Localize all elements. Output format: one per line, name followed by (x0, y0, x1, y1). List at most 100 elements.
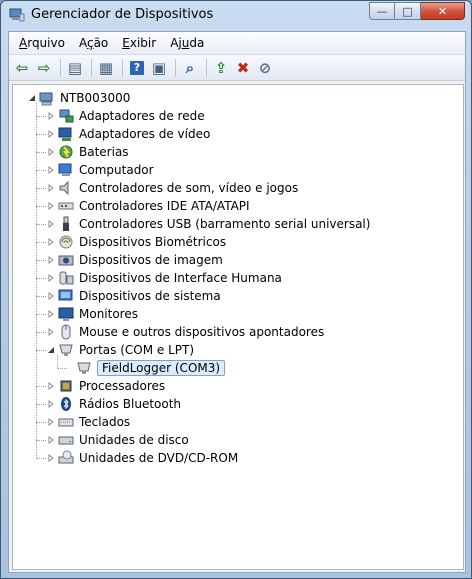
expand-arrow-icon[interactable] (46, 179, 55, 197)
port-device-icon (76, 360, 92, 376)
display-adapter-icon (58, 126, 74, 142)
scan-hardware-icon: ⌕ (185, 58, 195, 77)
tree-node-mouse-e-outros-dispositivos-apontadores[interactable]: Mouse e outros dispositivos apontadores (46, 323, 324, 341)
window-title: Gerenciador de Dispositivos (31, 7, 214, 22)
keyboard-icon (58, 414, 74, 430)
computer-root-icon (39, 90, 55, 106)
collapse-arrow-icon[interactable] (46, 341, 55, 359)
tree-connector-line (36, 350, 46, 351)
tree-node-adaptadores-de-video[interactable]: Adaptadores de vídeo (46, 125, 210, 143)
dvd-drive-icon (58, 450, 74, 466)
update-driver-button[interactable]: ⇪ (211, 58, 231, 78)
scan-hardware-button[interactable]: ⌕ (180, 58, 200, 78)
uninstall-button[interactable]: ✖ (233, 58, 253, 78)
maximize-button[interactable]: □ (395, 2, 421, 20)
expand-arrow-icon[interactable] (46, 107, 55, 125)
uninstall-icon: ✖ (236, 58, 250, 77)
tree-node-teclados[interactable]: Teclados (46, 413, 130, 431)
camera-icon (58, 252, 74, 268)
computer-icon (58, 162, 74, 178)
help-icon: ? (130, 60, 144, 75)
bluetooth-icon (58, 396, 74, 412)
expand-arrow-icon[interactable] (46, 287, 55, 305)
expand-arrow-icon[interactable] (46, 161, 55, 179)
expand-arrow-icon[interactable] (46, 269, 55, 287)
tree-node-label: Portas (COM e LPT) (79, 343, 195, 357)
tree-connector-line (36, 296, 46, 297)
device-tree[interactable]: NTB003000 Adaptadores de rede Adaptadores … (12, 84, 464, 570)
tree-node-label: Dispositivos de sistema (79, 289, 221, 303)
tree-node-label: Rádios Bluetooth (79, 397, 182, 411)
back-button[interactable]: ⇦ (12, 58, 32, 78)
tree-node-dispositivos-biometricos[interactable]: Dispositivos Biométricos (46, 233, 226, 251)
console-tree-button[interactable]: ▤ (65, 58, 85, 78)
tree-node-label: Controladores de som, vídeo e jogos (79, 181, 299, 195)
tree-node-fieldlogger-com3[interactable]: FieldLogger (COM3) (64, 359, 226, 377)
tree-node-radios-bluetooth[interactable]: Rádios Bluetooth (46, 395, 181, 413)
tree-node-monitores[interactable]: Monitores (46, 305, 138, 323)
tree-node-dispositivos-de-sistema[interactable]: Dispositivos de sistema (46, 287, 221, 305)
tree-node-label: Adaptadores de rede (79, 109, 205, 123)
tree-node-label: Unidades de DVD/CD-ROM (79, 451, 239, 465)
expand-arrow-icon[interactable] (46, 305, 55, 323)
properties-icon: ▦ (98, 58, 114, 77)
tree-node-dispositivos-de-imagem[interactable]: Dispositivos de imagem (46, 251, 223, 269)
expand-arrow-icon[interactable] (46, 431, 55, 449)
disable-button[interactable]: ⊘ (255, 58, 275, 78)
tree-node-label: Computador (79, 163, 154, 177)
tree-node-baterias[interactable]: Baterias (46, 143, 129, 161)
disable-icon: ⊘ (258, 58, 272, 77)
tree-connector-line (36, 332, 46, 333)
menu-arquivo[interactable]: Arquivo (13, 34, 71, 52)
tree-node-controladores-ide-ata-atapi[interactable]: Controladores IDE ATA/ATAPI (46, 197, 250, 215)
tree-node-controladores-usb-barramento-serial-universal[interactable]: Controladores USB (barramento serial uni… (46, 215, 370, 233)
minimize-button[interactable]: — (369, 2, 395, 20)
expand-arrow-icon[interactable] (46, 251, 55, 269)
tree-node-computador[interactable]: Computador (46, 161, 154, 179)
tree-node-dispositivos-de-interface-humana[interactable]: Dispositivos de Interface Humana (46, 269, 282, 287)
expand-arrow-icon[interactable] (46, 143, 55, 161)
toolbar-separator (91, 58, 92, 77)
collapse-arrow-icon[interactable] (27, 89, 36, 107)
properties-button[interactable]: ▦ (96, 58, 116, 78)
tree-connector-line (36, 260, 46, 261)
tree-connector-line (36, 224, 46, 225)
tree-connector-line (57, 355, 58, 368)
tree-node-root[interactable]: NTB003000 (27, 89, 130, 107)
expand-arrow-icon[interactable] (46, 395, 55, 413)
expand-arrow-icon[interactable] (46, 215, 55, 233)
forward-icon: ⇨ (37, 58, 51, 77)
tree-node-unidades-de-disco[interactable]: Unidades de disco (46, 431, 189, 449)
tree-node-portas-com-e-lpt[interactable]: Portas (COM e LPT) (46, 341, 194, 359)
usb-icon (58, 216, 74, 232)
help-button[interactable]: ? (127, 58, 147, 78)
fingerprint-icon (58, 234, 74, 250)
expand-arrow-icon[interactable] (46, 413, 55, 431)
tree-node-unidades-de-dvd-cd-rom[interactable]: Unidades de DVD/CD-ROM (46, 449, 238, 467)
toolbar-separator (206, 58, 207, 77)
title-bar[interactable]: Gerenciador de Dispositivos — □ ✕ (1, 1, 471, 31)
expand-arrow-icon[interactable] (46, 449, 55, 467)
expand-arrow-icon[interactable] (46, 323, 55, 341)
expand-arrow-icon[interactable] (46, 125, 55, 143)
close-button[interactable]: ✕ (421, 2, 465, 20)
port-icon (58, 342, 74, 358)
system-device-icon (58, 288, 74, 304)
action-pane-button[interactable]: ▣ (149, 58, 169, 78)
menu-ajuda[interactable]: Ajuda (164, 34, 210, 52)
tree-node-processadores[interactable]: Processadores (46, 377, 165, 395)
network-adapter-icon (58, 108, 74, 124)
tree-connector-line (36, 404, 46, 405)
expand-arrow-icon[interactable] (46, 377, 55, 395)
tree-node-adaptadores-de-rede[interactable]: Adaptadores de rede (46, 107, 205, 125)
expand-arrow-icon[interactable] (46, 233, 55, 251)
tree-node-label: Adaptadores de vídeo (79, 127, 211, 141)
forward-button[interactable]: ⇨ (34, 58, 54, 78)
tree-node-label: Teclados (79, 415, 131, 429)
update-driver-icon: ⇪ (214, 58, 228, 77)
menu-exibir[interactable]: Exibir (116, 34, 162, 52)
menu-ao[interactable]: Ação (73, 34, 114, 52)
expand-arrow-icon[interactable] (46, 197, 55, 215)
ide-controller-icon (58, 198, 74, 214)
tree-node-controladores-de-som-video-e-jogos[interactable]: Controladores de som, vídeo e jogos (46, 179, 298, 197)
